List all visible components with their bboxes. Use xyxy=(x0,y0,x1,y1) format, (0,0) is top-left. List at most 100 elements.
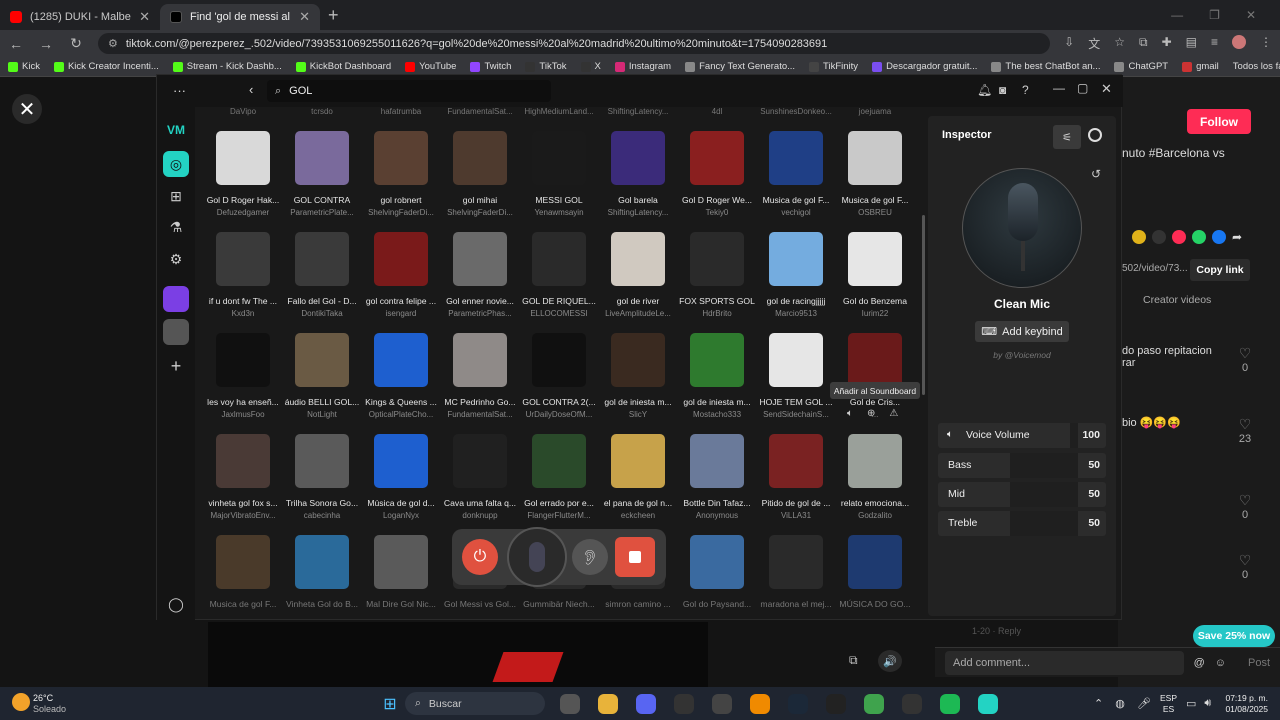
minimize-icon[interactable]: — xyxy=(1053,81,1065,95)
add-soundboard-icon[interactable]: ⊕ xyxy=(867,408,875,419)
bookmark-item[interactable]: ChatGPT xyxy=(1114,61,1168,72)
sound-card[interactable]: GOL CONTRA ParametricPlate... xyxy=(282,131,362,217)
settings-icon[interactable]: ⚙ xyxy=(163,246,189,272)
sound-card[interactable]: MESSI GOL Yenawmsayin xyxy=(519,131,599,217)
sound-card[interactable]: Bottle Din Tafaz... Anonymous xyxy=(677,434,757,520)
bookmark-item[interactable]: Instagram xyxy=(614,61,671,72)
all-favorites-folder[interactable]: Todos los favoritos xyxy=(1233,61,1280,72)
copy-link-button[interactable]: Copy link xyxy=(1190,259,1250,281)
voice-changer-icon[interactable]: ◎ xyxy=(163,151,189,177)
task-view-icon[interactable] xyxy=(560,694,580,714)
sound-card[interactable]: Fallo del Gol - D... DontikiTaka xyxy=(282,232,362,318)
bookmark-item[interactable]: TikTok xyxy=(525,61,567,72)
send-icon[interactable] xyxy=(1172,230,1186,244)
voice-lab-icon[interactable]: ⚗ xyxy=(163,214,189,240)
bookmark-item[interactable]: The best ChatBot an... xyxy=(991,61,1100,72)
voice-changer-mic-button[interactable] xyxy=(507,527,567,587)
stop-sounds-button[interactable] xyxy=(615,537,655,577)
close-icon[interactable]: ✕ xyxy=(1101,81,1112,97)
maximize-icon[interactable]: ▢ xyxy=(1077,81,1088,95)
sound-card[interactable]: GOL CONTRA 2(... UrDailyDoseOfM... xyxy=(519,333,599,419)
sound-card[interactable]: les voy ha enseñ... JaxlmusFoo xyxy=(203,333,283,419)
back-icon[interactable]: ‹ xyxy=(249,82,253,97)
steam-icon[interactable] xyxy=(788,694,808,714)
close-window-icon[interactable]: ✕ xyxy=(1246,8,1256,22)
sound-card[interactable]: gol mihai ShelvingFaderDi... xyxy=(440,131,520,217)
slider-voice-volume[interactable]: 🔈︎ Voice Volume 100 xyxy=(938,423,1106,448)
slider-track[interactable] xyxy=(1010,453,1078,478)
report-icon[interactable]: ⚠ xyxy=(889,408,898,419)
sound-card[interactable]: Mal Dire Gol Nic... xyxy=(361,535,441,612)
obs-icon[interactable] xyxy=(712,694,732,714)
browser-tab-youtube[interactable]: (1285) DUKI - Malbec x Bizarrap ✕ xyxy=(0,4,160,30)
tab-creator-videos[interactable]: Creator videos xyxy=(1143,294,1211,306)
sound-search-input[interactable]: ⌕ GOL xyxy=(267,80,551,102)
sliders-icon[interactable]: ⚟ xyxy=(1053,125,1081,149)
sound-card[interactable]: gol de iniesta m... Mostacho333 xyxy=(677,333,757,419)
soundboard-icon[interactable]: ⊞ xyxy=(163,183,189,209)
reset-icon[interactable]: ↺ xyxy=(1091,167,1101,181)
bookmark-item[interactable]: gmail xyxy=(1182,61,1219,72)
discord-icon[interactable] xyxy=(636,694,656,714)
media-icon[interactable]: ≡ xyxy=(1211,35,1218,52)
network-icon[interactable]: ▭ xyxy=(1186,697,1196,710)
minimize-icon[interactable]: — xyxy=(1171,8,1183,22)
sound-card[interactable]: Gol enner novie... ParametricPhas... xyxy=(440,232,520,318)
sound-card[interactable]: Gol D Roger We... Tekiy0 xyxy=(677,131,757,217)
voicemod-app-icon[interactable] xyxy=(826,694,846,714)
slider-mid[interactable]: Mid 50 xyxy=(938,482,1106,507)
file-explorer-icon[interactable] xyxy=(598,694,618,714)
forward-icon[interactable]: → xyxy=(38,36,54,52)
slider-track[interactable] xyxy=(1010,511,1078,536)
sound-card[interactable]: Gol de Cris...... xyxy=(835,333,915,419)
sound-card[interactable]: Gol do Paysand... xyxy=(677,535,757,612)
translate-icon[interactable]: 文 xyxy=(1088,35,1100,52)
reload-icon[interactable]: ↻ xyxy=(68,35,84,52)
hear-myself-button[interactable]: 👂︎ xyxy=(572,539,608,575)
close-video-button[interactable]: ✕ xyxy=(12,94,42,124)
power-button[interactable]: ⏻ xyxy=(462,539,498,575)
share-arrow-icon[interactable]: ➦ xyxy=(1232,230,1242,244)
slider-track[interactable] xyxy=(1070,423,1078,448)
maximize-icon[interactable]: ❐ xyxy=(1209,8,1220,22)
speaker-icon[interactable]: 🔊︎ xyxy=(1204,697,1211,710)
sound-card[interactable]: áudio BELLI GOL... NotLight xyxy=(282,333,362,419)
keyboard-language[interactable]: ESP ES xyxy=(1160,693,1177,715)
sound-card[interactable]: Gol do Benzema Iurim22 xyxy=(835,232,915,318)
bookmark-item[interactable]: YouTube xyxy=(405,61,456,72)
add-keybind-button[interactable]: ⌨ Add keybind xyxy=(975,321,1069,342)
sound-card[interactable]: FOX SPORTS GOL HdrBrito xyxy=(677,232,757,318)
sound-card[interactable]: relato emociona... Godzalito xyxy=(835,434,915,520)
follow-button[interactable]: Follow xyxy=(1187,109,1251,134)
close-tab-icon[interactable]: ✕ xyxy=(139,9,150,25)
user-icon[interactable]: ◯ xyxy=(163,591,189,617)
sound-card[interactable]: Trilha Sonora Go... cabecinha xyxy=(282,434,362,520)
sound-card[interactable]: Gol errado por e... FlangerFlutterM... xyxy=(519,434,599,520)
voicemod-active-icon[interactable] xyxy=(978,694,998,714)
help-icon[interactable]: ? xyxy=(1022,83,1029,97)
bookmark-item[interactable]: KickBot Dashboard xyxy=(295,61,391,72)
bookmark-item[interactable]: Kick xyxy=(8,61,40,72)
sound-card[interactable]: gol de iniesta m... SlicY xyxy=(598,333,678,419)
pip-icon[interactable]: ⧉ xyxy=(849,653,869,671)
sound-card[interactable]: Musica de gol F... OSBREU xyxy=(835,131,915,217)
tray-chevron-icon[interactable]: ⌃ xyxy=(1094,697,1103,710)
app-icon[interactable] xyxy=(902,694,922,714)
sound-card[interactable]: HOJE TEM GOL ... SendSidechainS... xyxy=(756,333,836,419)
sound-card[interactable]: Música de gol d... LoganNyx xyxy=(361,434,441,520)
windows-start-icon[interactable]: ⊞ xyxy=(378,692,402,716)
bookmark-item[interactable]: Stream - Kick Dashb... xyxy=(172,61,282,72)
sound-card[interactable]: gol de river LiveAmplitudeLe... xyxy=(598,232,678,318)
slider-track[interactable] xyxy=(1010,482,1078,507)
weather-sun-icon[interactable] xyxy=(12,693,30,711)
browser-tab-tiktok[interactable]: Find 'gol de messi al madrid ult ✕ xyxy=(160,4,320,30)
site-info-icon[interactable]: ⚙ xyxy=(108,37,118,50)
coin-icon[interactable] xyxy=(1132,230,1146,244)
close-tab-icon[interactable]: ✕ xyxy=(299,9,310,25)
comment-like[interactable]: ♡ 23 xyxy=(1230,416,1260,445)
add-app-icon[interactable]: + xyxy=(163,353,189,379)
sound-card[interactable]: if u dont fw The ... Kxd3n xyxy=(203,232,283,318)
discord-icon[interactable]: ◙ xyxy=(999,83,1006,97)
sound-card[interactable]: vinheta gol fox s... MajorVibratoEnv... xyxy=(203,434,283,520)
bookmark-item[interactable]: X xyxy=(580,61,601,72)
